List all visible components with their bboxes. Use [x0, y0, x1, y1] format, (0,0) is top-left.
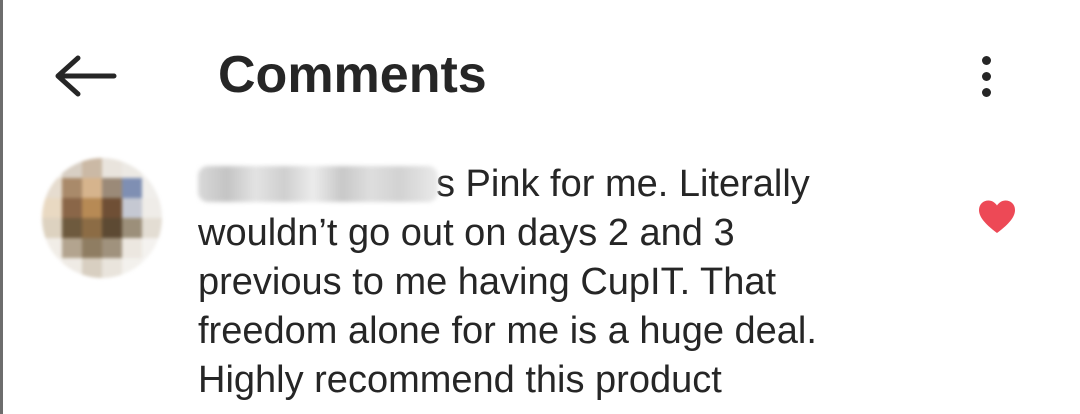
back-button[interactable] [44, 44, 124, 108]
comment-line-5: Highly recommend this product [198, 359, 722, 401]
avatar-pixel [102, 238, 122, 258]
avatar-pixel [122, 198, 142, 218]
avatar-pixel [82, 178, 102, 198]
avatar-pixel [142, 238, 162, 258]
avatar-pixel [42, 238, 62, 258]
avatar-pixel [62, 238, 82, 258]
screen-edge [0, 0, 3, 414]
avatar-pixel [142, 258, 162, 278]
avatar-pixel [122, 218, 142, 238]
avatar-pixel [82, 158, 102, 178]
comment-line-1: s Pink for me. Literally [198, 160, 918, 209]
avatar-pixel [42, 178, 62, 198]
avatar[interactable] [42, 158, 162, 278]
avatar-pixel [142, 198, 162, 218]
comment-line-2: wouldn’t go out on days 2 and 3 [198, 212, 735, 254]
avatar-pixel [82, 238, 102, 258]
avatar-pixel [102, 198, 122, 218]
vertical-dots-icon [981, 71, 991, 81]
avatar-pixel [122, 238, 142, 258]
avatar-pixel [62, 218, 82, 238]
avatar-pixel [122, 178, 142, 198]
redacted-username [198, 166, 438, 202]
comment-line-4: freedom alone for me is a huge deal. [198, 310, 817, 352]
avatar-pixel [62, 158, 82, 178]
more-options-button[interactable] [962, 46, 1010, 106]
avatar-pixel [102, 218, 122, 238]
avatar-pixel [142, 158, 162, 178]
avatar-pixel [82, 218, 102, 238]
page-title: Comments [218, 46, 487, 104]
avatar-pixelated-image [42, 158, 162, 278]
avatar-pixel [42, 198, 62, 218]
avatar-pixel [42, 218, 62, 238]
avatar-pixel [42, 258, 62, 278]
comment-line-1-text: s Pink for me. Literally [436, 163, 810, 205]
avatar-pixel [102, 158, 122, 178]
heart-filled-icon [979, 200, 1015, 233]
like-button[interactable] [974, 196, 1020, 238]
avatar-pixel [82, 198, 102, 218]
avatar-pixel [62, 258, 82, 278]
arrow-left-icon [55, 55, 117, 97]
avatar-pixel [102, 178, 122, 198]
comments-screen: Comments s Pink for me. Literally wouldn… [0, 0, 1080, 414]
avatar-pixel [122, 158, 142, 178]
comment-line-3: previous to me having CupIT. That [198, 261, 777, 303]
vertical-dots-icon [981, 87, 991, 97]
avatar-pixel [142, 178, 162, 198]
avatar-pixel [102, 258, 122, 278]
avatar-pixel [42, 158, 62, 178]
avatar-pixel [82, 258, 102, 278]
vertical-dots-icon [981, 55, 991, 65]
comment-text: s Pink for me. Literally wouldn’t go out… [198, 160, 918, 405]
avatar-pixel [122, 258, 142, 278]
avatar-pixel [142, 218, 162, 238]
avatar-pixel [62, 178, 82, 198]
avatar-pixel [62, 198, 82, 218]
